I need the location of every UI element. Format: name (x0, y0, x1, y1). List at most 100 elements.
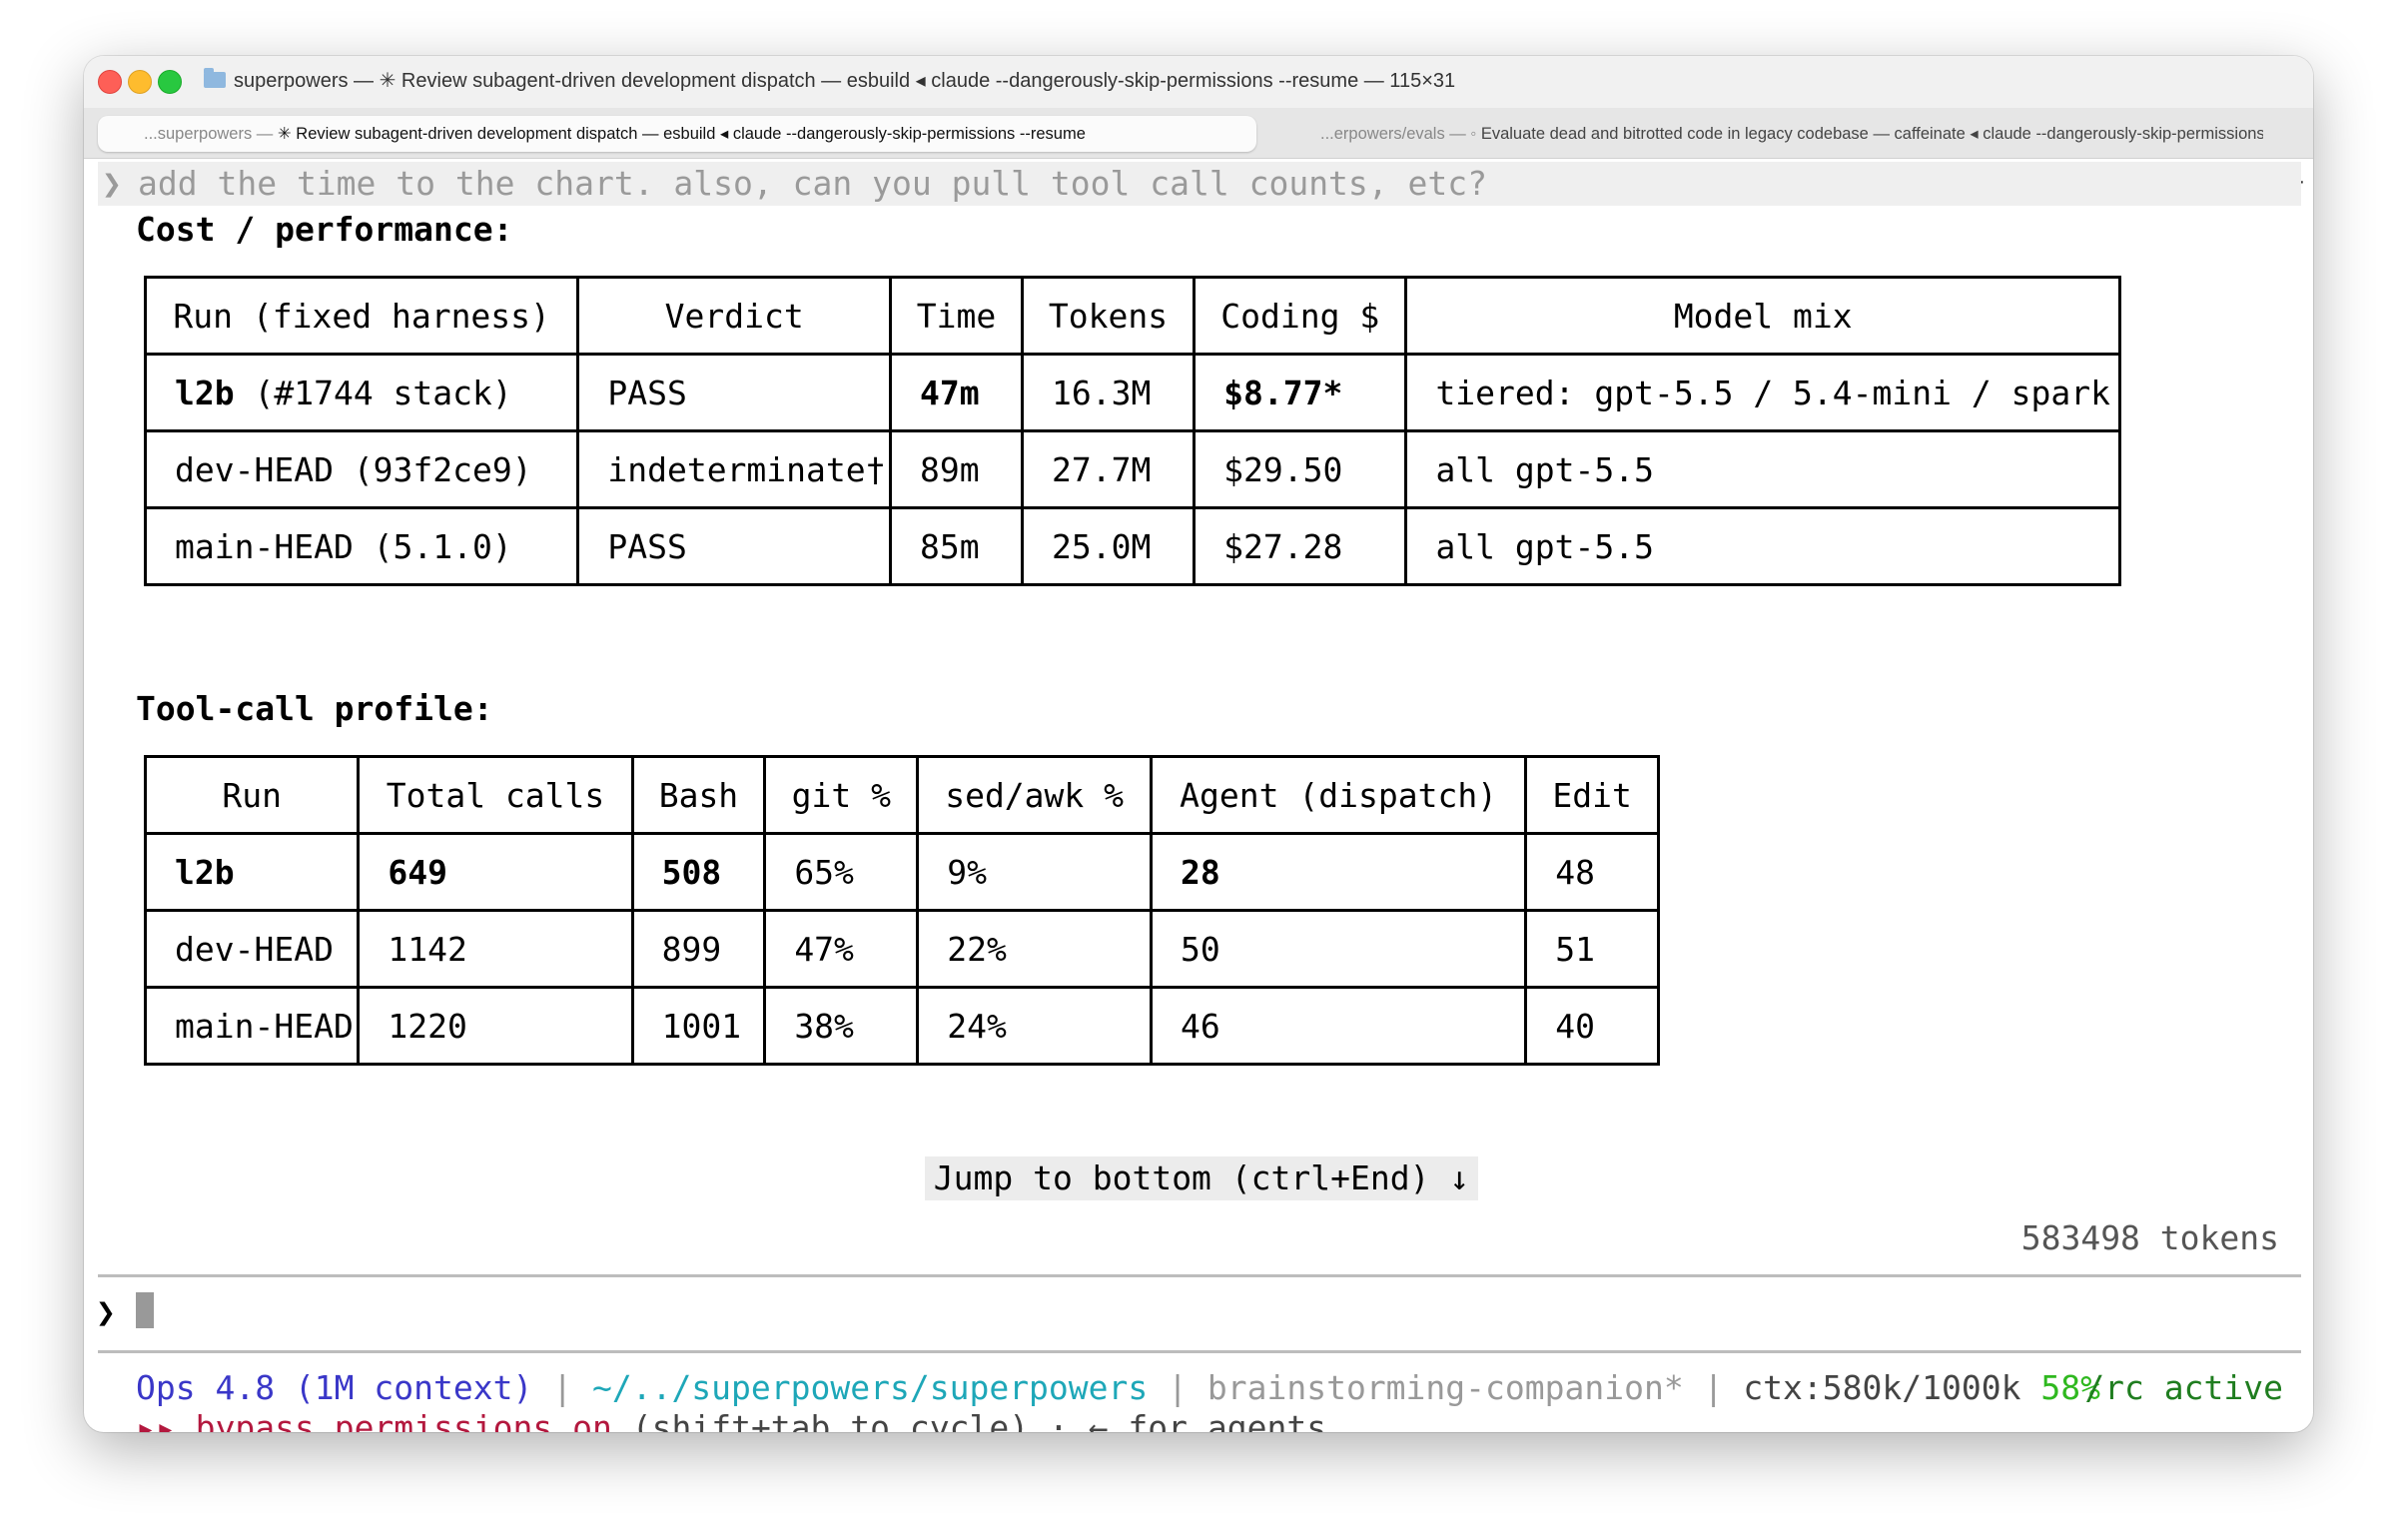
table-cell: $29.50 (1193, 429, 1408, 509)
table-cell: 51 (1524, 909, 1660, 989)
column-header: sed/awk % (916, 755, 1153, 835)
column-header: Tokens (1020, 276, 1197, 356)
column-header: Total calls (357, 755, 634, 835)
table-cell: 1142 (357, 909, 634, 989)
table-cell: 50 (1149, 909, 1528, 989)
status-line: Ops 4.8 (1M context) | ~/../superpowers/… (136, 1368, 2283, 1412)
git-branch: brainstorming-companion* (1206, 1368, 1684, 1407)
table-cell: 47m (889, 353, 1024, 432)
bypass-arrows-icon: ▸▸ (136, 1408, 176, 1432)
rc-status: /rc active (2084, 1368, 2283, 1407)
mode-line: ▸▸ bypass permissions on (shift+tab to c… (136, 1408, 1326, 1432)
zoom-window-button[interactable] (158, 70, 182, 94)
context-usage: ctx:580k/1000k (1743, 1368, 2021, 1407)
table-cell: 16.3M (1020, 353, 1197, 432)
table-row: main-HEAD 1220 1001 38% 24% 46 40 (143, 986, 1660, 1066)
table-row: l2b (#1744 stack) PASS 47m 16.3M $8.77* … (143, 353, 2121, 432)
table-cell: 40 (1524, 986, 1660, 1066)
tab-bar: ...superpowers — ✳ Review subagent-drive… (84, 108, 2313, 196)
table-cell: 85m (889, 506, 1024, 586)
column-header: Verdict (576, 276, 893, 356)
table-cell: 47% (763, 909, 920, 989)
column-header: Run (fixed harness) (143, 276, 580, 356)
table-cell: 22% (916, 909, 1153, 989)
status-separator: | (1683, 1368, 1744, 1407)
title-bar: superpowers — ✳ Review subagent-driven d… (84, 56, 2313, 108)
tab-prefix: ...erpowers/evals — ◦ (1320, 125, 1477, 143)
permission-mode: bypass permissions on (195, 1408, 612, 1432)
table-cell: dev-HEAD (143, 909, 361, 989)
table-cell: PASS (576, 353, 893, 432)
table-cell: main-HEAD (5.1.0) (143, 506, 580, 586)
table-cell: indeterminate† (576, 429, 893, 509)
table-cell: 65% (763, 832, 920, 912)
table-header-row: Run Total calls Bash git % sed/awk % Age… (143, 755, 1660, 835)
tab-evaluate-dead-code[interactable]: ...erpowers/evals — ◦ Evaluate dead and … (1262, 116, 2263, 152)
table-cell: $27.28 (1193, 506, 1408, 586)
table-cell: 899 (630, 909, 767, 989)
table-cell: l2b (143, 832, 361, 912)
table-row: dev-HEAD (93f2ce9) indeterminate† 89m 27… (143, 429, 2121, 509)
tab-label: ✳ Review subagent-driven development dis… (277, 125, 1086, 143)
status-separator: | (532, 1368, 592, 1407)
minimize-window-button[interactable] (128, 70, 152, 94)
table-cell: 1001 (630, 986, 767, 1066)
table-cell: 27.7M (1020, 429, 1197, 509)
table-cell: main-HEAD (143, 986, 361, 1066)
cwd-path: ~/../superpowers/superpowers (591, 1368, 1149, 1407)
table-cell: all gpt-5.5 (1404, 506, 2121, 586)
run-detail: (#1744 stack) (234, 373, 512, 412)
column-header: Agent (dispatch) (1149, 755, 1528, 835)
terminal-window: superpowers — ✳ Review subagent-driven d… (84, 56, 2313, 1432)
table-cell: 1220 (357, 986, 634, 1066)
tab-prefix: ...superpowers — (144, 125, 278, 143)
table-cell: dev-HEAD (93f2ce9) (143, 429, 580, 509)
table-cell: 28 (1149, 832, 1528, 912)
table-row: dev-HEAD 1142 899 47% 22% 50 51 (143, 909, 1660, 989)
table-cell: 9% (916, 832, 1153, 912)
table-cell: $8.77* (1193, 353, 1408, 432)
run-name: l2b (175, 373, 235, 412)
table-cell: 38% (763, 986, 920, 1066)
table-cell: 89m (889, 429, 1024, 509)
mode-hint: (shift+tab to cycle) · ← for agents (631, 1408, 1327, 1432)
table-cell: 46 (1149, 986, 1528, 1066)
column-header: Bash (630, 755, 767, 835)
column-header: Model mix (1404, 276, 2121, 356)
table-header-row: Run (fixed harness) Verdict Time Tokens … (143, 276, 2121, 356)
prompt-chevron-icon: ❯ (102, 164, 122, 203)
column-header: Edit (1524, 755, 1660, 835)
table-row: l2b 649 508 65% 9% 28 48 (143, 832, 1660, 912)
text-cursor[interactable] (136, 1292, 154, 1328)
table-cell: l2b (#1744 stack) (143, 353, 580, 432)
table-cell: 649 (357, 832, 634, 912)
cost-heading: Cost / performance: (136, 210, 513, 249)
table-cell: 25.0M (1020, 506, 1197, 586)
tool-call-table: Run Total calls Bash git % sed/awk % Age… (143, 755, 1660, 1066)
table-row: main-HEAD (5.1.0) PASS 85m 25.0M $27.28 … (143, 506, 2121, 586)
table-cell: tiered: gpt-5.5 / 5.4-mini / spark (1404, 353, 2121, 432)
table-cell: 48 (1524, 832, 1660, 912)
tool-heading: Tool-call profile: (136, 689, 493, 728)
input-divider-bottom (98, 1350, 2301, 1353)
column-header: Coding $ (1193, 276, 1408, 356)
table-cell: 508 (630, 832, 767, 912)
status-separator: | (1148, 1368, 1207, 1407)
token-count: 583498 tokens (2020, 1218, 2279, 1257)
folder-icon (204, 68, 226, 88)
previous-prompt: ❯ add the time to the chart. also, can y… (98, 162, 2301, 206)
tab-review-dispatch[interactable]: ...superpowers — ✳ Review subagent-drive… (98, 116, 1256, 152)
table-cell: all gpt-5.5 (1404, 429, 2121, 509)
cost-table: Run (fixed harness) Verdict Time Tokens … (143, 276, 2121, 586)
close-window-button[interactable] (98, 70, 122, 94)
previous-prompt-text: add the time to the chart. also, can you… (138, 164, 1488, 203)
table-cell: 24% (916, 986, 1153, 1066)
model-label: Ops 4.8 (1M context) (136, 1368, 533, 1407)
jump-to-bottom-button[interactable]: Jump to bottom (ctrl+End) ↓ (925, 1156, 1478, 1200)
terminal-content: ❯ add the time to the chart. also, can y… (84, 158, 2313, 1432)
column-header: Run (143, 755, 361, 835)
window-title: superpowers — ✳ Review subagent-driven d… (234, 70, 1456, 92)
input-divider-top (98, 1274, 2301, 1277)
table-cell: PASS (576, 506, 893, 586)
tab-label: Evaluate dead and bitrotted code in lega… (1480, 125, 2263, 143)
